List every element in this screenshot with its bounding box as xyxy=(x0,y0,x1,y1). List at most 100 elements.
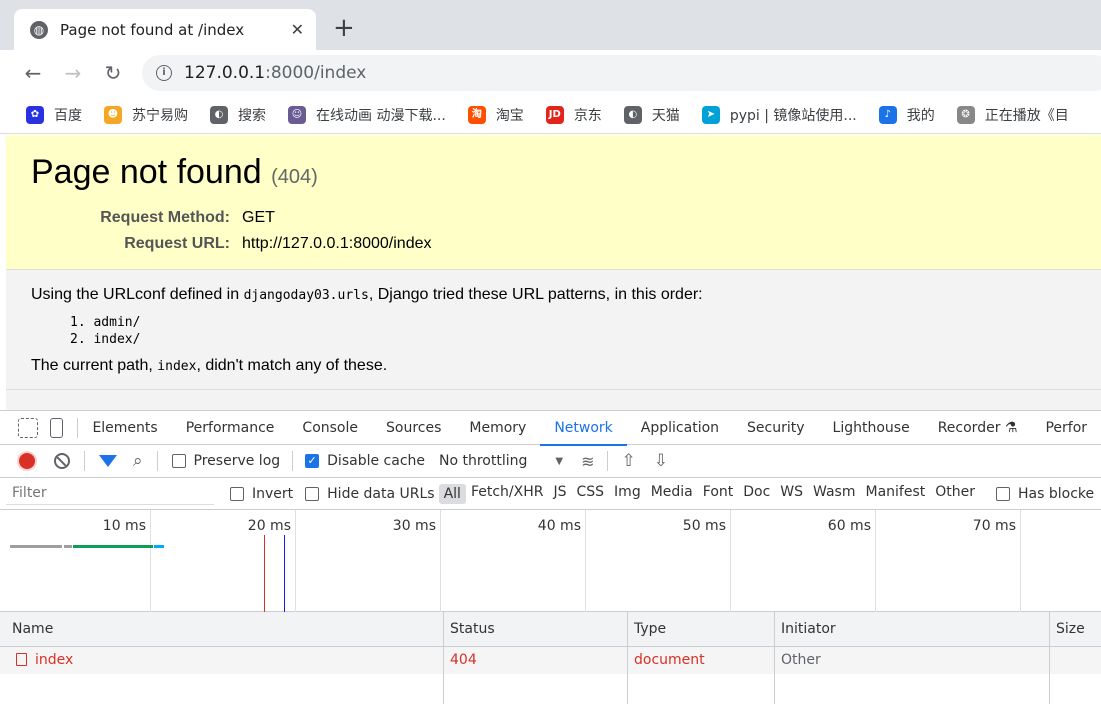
record-icon[interactable] xyxy=(19,453,35,469)
status-code: (404) xyxy=(271,166,318,188)
bookmark-item[interactable]: ♪ 我的 xyxy=(878,105,935,125)
preserve-log-label: Preserve log xyxy=(193,453,281,469)
bookmark-label: 天猫 xyxy=(651,107,680,124)
document-icon xyxy=(16,653,27,666)
browser-tab[interactable]: ◍ Page not found at /index ✕ xyxy=(14,9,316,50)
invert-checkbox[interactable]: Invert xyxy=(230,486,293,502)
reload-button[interactable]: ↻ xyxy=(98,58,128,88)
info-icon[interactable]: i xyxy=(156,65,172,81)
timing-bar-waiting xyxy=(73,545,153,548)
divider xyxy=(84,451,85,471)
throttling-select[interactable]: No throttling ▼ xyxy=(439,453,563,469)
checkbox[interactable] xyxy=(305,486,320,501)
devtools-tab[interactable]: Elements xyxy=(78,411,171,445)
bookmark-item[interactable]: 淘淘宝 xyxy=(467,105,524,125)
type-filter-all[interactable]: All xyxy=(438,483,466,504)
column-header-size[interactable]: Size xyxy=(1050,612,1101,646)
type-filter-ws[interactable]: WS xyxy=(775,484,808,504)
close-icon[interactable]: ✕ xyxy=(291,20,304,39)
column-header-status[interactable]: Status xyxy=(444,612,628,646)
bookmark-item[interactable]: ◐ 搜索 xyxy=(210,105,266,125)
devtools-tab[interactable]: Security xyxy=(733,411,819,445)
type-filter-other[interactable]: Other xyxy=(930,484,980,504)
current-path-text: The current path, index, didn't match an… xyxy=(31,357,387,375)
bookmark-label: 苏宁易购 xyxy=(132,107,188,124)
timeline-tick-label: 30 ms xyxy=(392,518,436,534)
bookmark-item[interactable]: ☻ 苏宁易购 xyxy=(104,105,188,125)
checkbox[interactable]: ✓ xyxy=(305,454,320,468)
timeline-tick-label: 40 ms xyxy=(537,518,581,534)
devtools-tab[interactable]: Application xyxy=(627,411,733,445)
devtools-tab[interactable]: Sources xyxy=(372,411,455,445)
clear-icon[interactable] xyxy=(54,453,70,469)
address-bar[interactable]: i 127.0.0.1:8000/index xyxy=(142,55,1101,91)
current-suffix: , didn't match any of these. xyxy=(196,357,388,374)
inspect-element-icon[interactable] xyxy=(18,417,38,438)
type-filter-img[interactable]: Img xyxy=(609,484,646,504)
divider xyxy=(292,451,294,471)
type-filter-manifest[interactable]: Manifest xyxy=(861,484,931,504)
devtools-tab[interactable]: Lighthouse xyxy=(819,411,924,445)
bookmark-item[interactable]: ◐ 天猫 xyxy=(623,105,680,125)
filter-input[interactable] xyxy=(6,482,214,505)
column-header-name[interactable]: Name xyxy=(6,612,444,646)
bookmark-item[interactable]: ✿ 百度 xyxy=(26,105,82,125)
preserve-log-checkbox[interactable]: Preserve log xyxy=(171,453,281,469)
bookmark-favicon-icon: ♪ xyxy=(878,105,897,124)
network-conditions-icon[interactable]: ≋ xyxy=(581,452,594,471)
bookmark-item[interactable]: ☺ 在线动画 动漫下载... xyxy=(288,105,446,125)
checkbox[interactable] xyxy=(996,486,1011,501)
tab-strip: ◍ Page not found at /index ✕ + xyxy=(0,0,1101,50)
bookmark-item[interactable]: JD 京东 xyxy=(545,105,602,125)
checkbox[interactable] xyxy=(230,486,244,501)
timeline-gridline xyxy=(440,510,441,612)
bookmark-item[interactable]: ❂ 正在播放《目 xyxy=(956,105,1069,125)
devtools-tab[interactable]: Performance xyxy=(172,411,289,445)
devtools-panel: Elements Performance Console Sources Memory N… xyxy=(0,410,1101,704)
new-tab-button[interactable]: + xyxy=(333,14,355,42)
upload-icon[interactable]: ⇧ xyxy=(622,451,636,471)
devtools-tab[interactable]: Console xyxy=(288,411,372,445)
column-header-initiator[interactable]: Initiator xyxy=(775,612,1050,646)
disable-cache-checkbox[interactable]: ✓ Disable cache xyxy=(305,453,425,469)
type-filter-doc[interactable]: Doc xyxy=(738,484,775,504)
back-button[interactable]: ← xyxy=(18,58,48,88)
checkbox[interactable] xyxy=(171,454,186,468)
bookmark-favicon-icon: ☻ xyxy=(104,105,122,124)
bookmark-favicon-icon: JD xyxy=(545,105,564,124)
page-content: Page not found (404) Request Method: GET… xyxy=(6,135,1101,410)
table-row[interactable]: index 404 document Other xyxy=(0,647,1101,674)
urlconf-text: Using the URLconf defined in djangoday03… xyxy=(31,286,703,304)
download-icon[interactable]: ⇩ xyxy=(654,451,668,471)
load-event-line xyxy=(264,535,265,612)
type-filter-font[interactable]: Font xyxy=(698,484,738,504)
urlconf-name: djangoday03.urls xyxy=(243,288,369,303)
devtools-tab[interactable]: Network xyxy=(540,411,628,446)
has-blocked-checkbox[interactable]: Has blocke xyxy=(996,486,1094,502)
bookmark-item[interactable]: ➤ pypi | 镜像站使用... xyxy=(701,105,857,125)
timeline-gridline xyxy=(585,510,586,612)
devtools-tab[interactable]: Perfor xyxy=(1031,411,1101,445)
type-filter-js[interactable]: JS xyxy=(548,484,571,504)
page-title-text: Page not found xyxy=(31,153,262,191)
search-icon[interactable]: ⌕ xyxy=(133,451,143,471)
request-name-cell[interactable]: index xyxy=(10,647,440,674)
hide-data-urls-label: Hide data URLs xyxy=(327,485,435,502)
type-filter-media[interactable]: Media xyxy=(646,484,698,504)
tab-title: Page not found at /index xyxy=(60,20,245,39)
filter-icon[interactable] xyxy=(99,455,117,467)
type-filter-wasm[interactable]: Wasm xyxy=(808,484,860,504)
hide-data-urls-checkbox[interactable]: Hide data URLs xyxy=(305,485,435,502)
bookmark-label: 在线动画 动漫下载... xyxy=(316,107,446,124)
column-header-type[interactable]: Type xyxy=(628,612,775,646)
devtools-tab[interactable]: Memory xyxy=(455,411,540,445)
device-toolbar-icon[interactable] xyxy=(49,417,64,438)
forward-button[interactable]: → xyxy=(58,58,88,88)
request-method-label: Request Method: xyxy=(100,209,230,226)
network-timeline[interactable]: 10 ms 20 ms 30 ms 40 ms 50 ms 60 ms 70 ms xyxy=(0,510,1101,612)
devtools-tab[interactable]: Recorder ⚗ xyxy=(924,411,1032,445)
type-filter-fetch-xhr[interactable]: Fetch/XHR xyxy=(466,484,549,504)
bookmark-label: 正在播放《目 xyxy=(984,107,1069,124)
type-filter-css[interactable]: CSS xyxy=(571,484,609,504)
column-divider xyxy=(1049,612,1050,704)
